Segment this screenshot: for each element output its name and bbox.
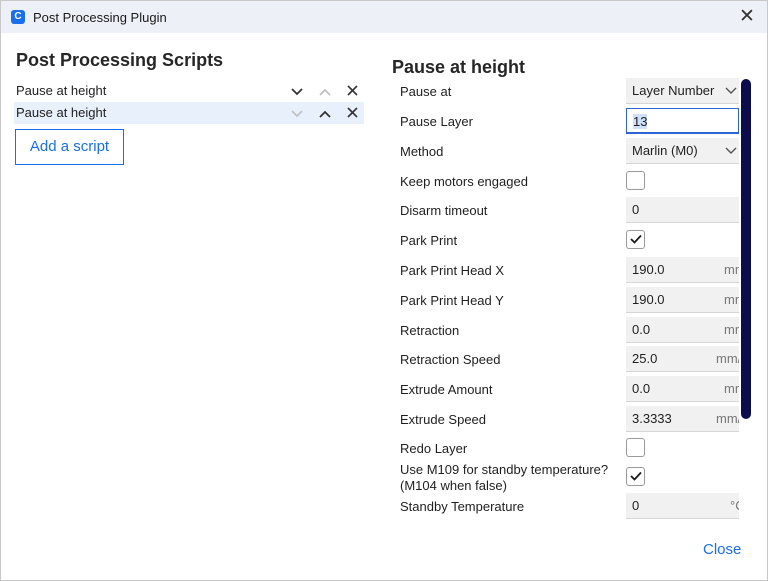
setting-label: Pause at: [400, 84, 452, 99]
input-value: 190.0: [632, 262, 665, 277]
checkmark-icon: [629, 234, 642, 244]
park-print-checkbox[interactable]: [626, 230, 645, 249]
close-icon[interactable]: ✕: [737, 7, 757, 27]
unit-label: mm: [724, 322, 739, 337]
window-title: Post Processing Plugin: [33, 10, 167, 25]
remove-script-icon[interactable]: [343, 80, 361, 102]
extrude-speed-input[interactable]: 3.3333 mm/s: [626, 406, 739, 432]
chevron-down-icon: [725, 138, 737, 163]
input-value: 13: [633, 114, 648, 129]
unit-label: mm: [724, 262, 739, 277]
setting-label: Retraction Speed: [400, 352, 501, 367]
input-value: 0: [632, 202, 640, 217]
method-dropdown[interactable]: Marlin (M0): [626, 138, 739, 164]
park-head-y-input[interactable]: 190.0 mm: [626, 287, 739, 313]
unit-label: mm: [724, 292, 739, 307]
pause-layer-input[interactable]: 13: [626, 108, 739, 134]
input-value: 190.0: [632, 292, 665, 307]
unit-label: °C: [730, 498, 739, 513]
pause-at-dropdown[interactable]: Layer Number: [626, 78, 739, 104]
setting-label: Keep motors engaged: [400, 174, 528, 189]
setting-label: Disarm timeout: [400, 203, 488, 218]
dropdown-value: Marlin (M0): [632, 143, 698, 158]
redo-layer-checkbox[interactable]: [626, 438, 645, 457]
move-up-icon[interactable]: [316, 102, 334, 124]
input-value: 25.0: [632, 351, 658, 366]
move-down-icon[interactable]: [288, 102, 306, 124]
retraction-input[interactable]: 0.0 mm: [626, 317, 739, 343]
setting-label: Park Print: [400, 233, 458, 248]
setting-label: Redo Layer: [400, 441, 468, 456]
settings-heading: Pause at height: [392, 57, 526, 77]
dropdown-value: Layer Number: [632, 83, 715, 98]
settings-scrollbar[interactable]: [741, 79, 751, 419]
unit-label: mm/s: [716, 411, 739, 426]
setting-label: Extrude Speed: [400, 412, 487, 427]
input-value: 0: [632, 498, 640, 513]
setting-label: Park Print Head X: [400, 263, 505, 278]
remove-script-icon[interactable]: [343, 102, 361, 124]
script-item-selected[interactable]: Pause at height: [14, 102, 364, 124]
title-bar[interactable]: C Post Processing Plugin ✕: [1, 1, 767, 33]
close-button[interactable]: Close: [703, 541, 741, 558]
cura-app-icon: C: [11, 10, 25, 24]
script-item-label: Pause at height: [16, 105, 107, 120]
input-value: 0.0: [632, 381, 651, 396]
keep-motors-engaged-checkbox[interactable]: [626, 171, 645, 190]
checkmark-icon: [629, 471, 642, 481]
setting-label-secondary: (M104 when false): [400, 478, 507, 493]
input-value: 0.0: [632, 322, 651, 337]
unit-label: mm: [724, 381, 739, 396]
script-item-label: Pause at height: [16, 83, 107, 98]
park-head-x-input[interactable]: 190.0 mm: [626, 257, 739, 283]
setting-label: Standby Temperature: [400, 499, 525, 514]
setting-label: Use M109 for standby temperature?: [400, 462, 609, 477]
use-m109-checkbox[interactable]: [626, 467, 645, 486]
input-value: 3.3333: [632, 411, 672, 426]
add-script-button[interactable]: Add a script: [15, 129, 124, 165]
scripts-heading: Post Processing Scripts: [16, 50, 224, 70]
post-processing-dialog: C Post Processing Plugin ✕ Post Processi…: [0, 0, 768, 581]
setting-label: Retraction: [400, 323, 460, 338]
setting-label: Park Print Head Y: [400, 293, 504, 308]
extrude-amount-input[interactable]: 0.0 mm: [626, 376, 739, 402]
retraction-speed-input[interactable]: 25.0 mm/s: [626, 346, 739, 372]
disarm-timeout-input[interactable]: 0: [626, 197, 739, 223]
unit-label: mm/s: [716, 351, 739, 366]
script-item[interactable]: Pause at height: [14, 80, 364, 102]
setting-label: Extrude Amount: [400, 382, 493, 397]
chevron-down-icon: [725, 78, 737, 103]
move-down-icon[interactable]: [288, 80, 306, 102]
move-up-icon[interactable]: [316, 80, 334, 102]
standby-temperature-input[interactable]: 0 °C: [626, 493, 739, 519]
setting-label: Pause Layer: [400, 114, 473, 129]
setting-label: Method: [400, 144, 444, 159]
